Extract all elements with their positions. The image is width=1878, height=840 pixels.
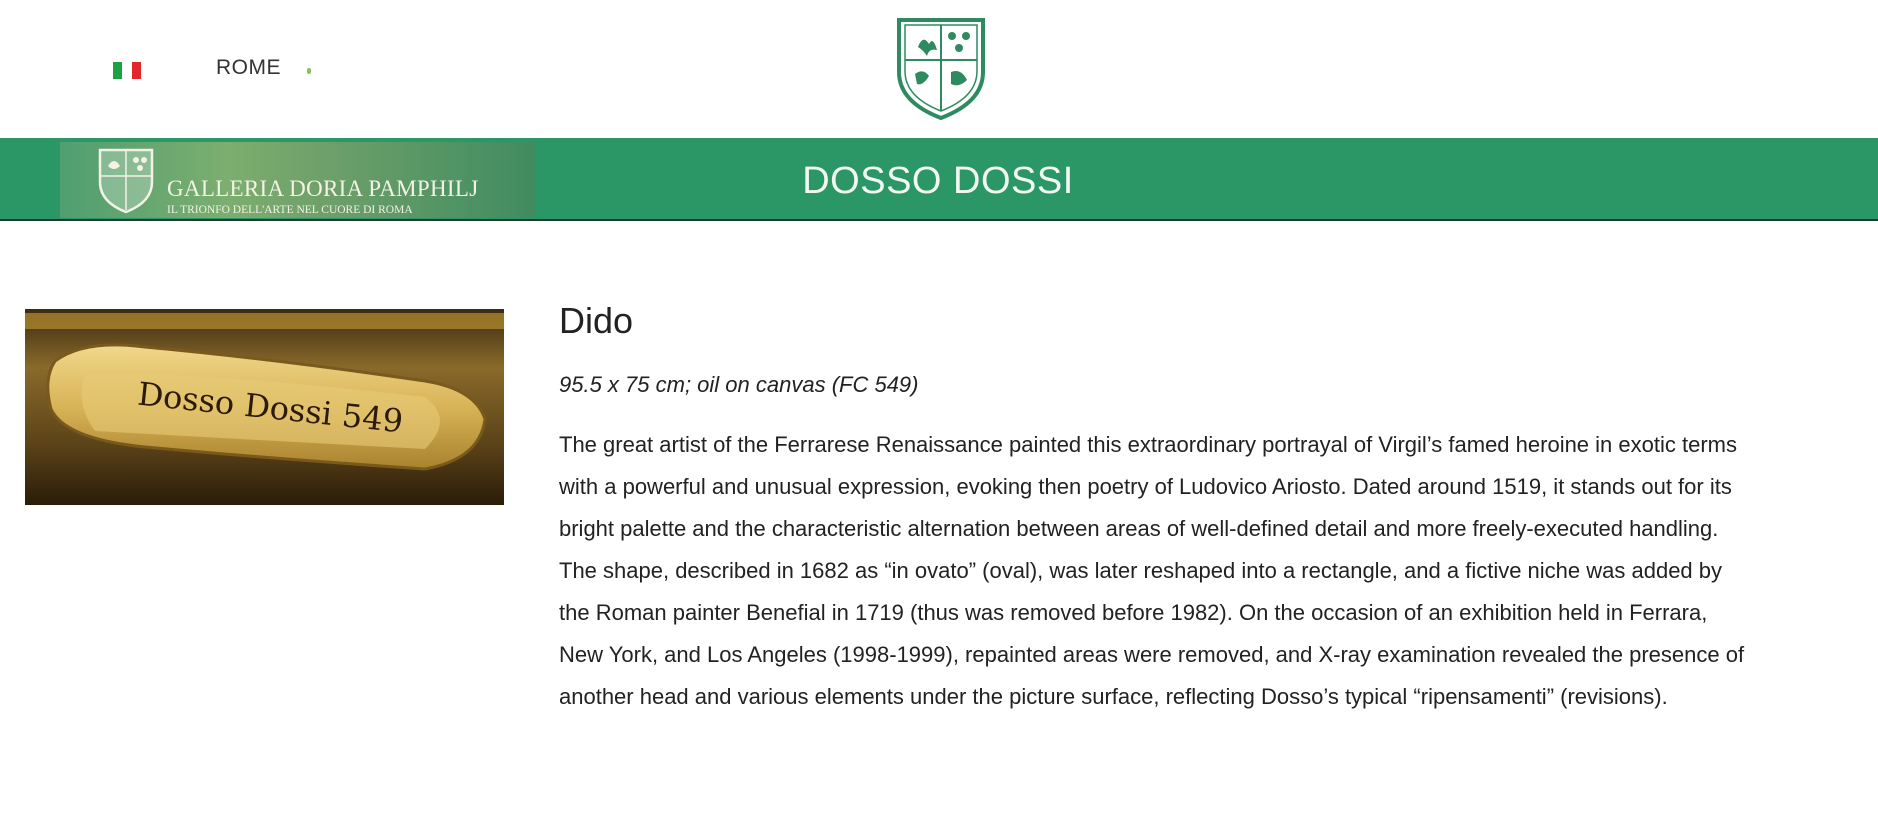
gilded-frame-plaque-image: Dosso Dossi 549 [25, 309, 504, 505]
city-link[interactable]: ROME [216, 56, 281, 80]
artwork-thumbnail[interactable]: Dosso Dossi 549 [25, 309, 504, 505]
menu-dot-icon [307, 68, 311, 74]
artist-name: DOSSO DOSSI [802, 160, 1074, 202]
artwork-description: The great artist of the Ferrarese Renais… [559, 432, 1745, 709]
top-header: ROME [0, 0, 1878, 138]
crest-logo[interactable] [893, 14, 989, 122]
artwork-content: Dido 95.5 x 75 cm; oil on canvas (FC 549… [559, 300, 1749, 718]
artist-heading: DOSSO DOSSI [0, 160, 1878, 203]
banner-logo-subtitle: IL TRIONFO DELL'ARTE NEL CUORE DI ROMA [167, 204, 413, 216]
artwork-title: Dido [559, 300, 634, 341]
italian-flag-icon[interactable] [113, 62, 141, 79]
artwork-meta: 95.5 x 75 cm; oil on canvas (FC 549) [559, 372, 919, 397]
title-band: GALLERIA DORIA PAMPHILJ IL TRIONFO DELL'… [0, 138, 1878, 221]
